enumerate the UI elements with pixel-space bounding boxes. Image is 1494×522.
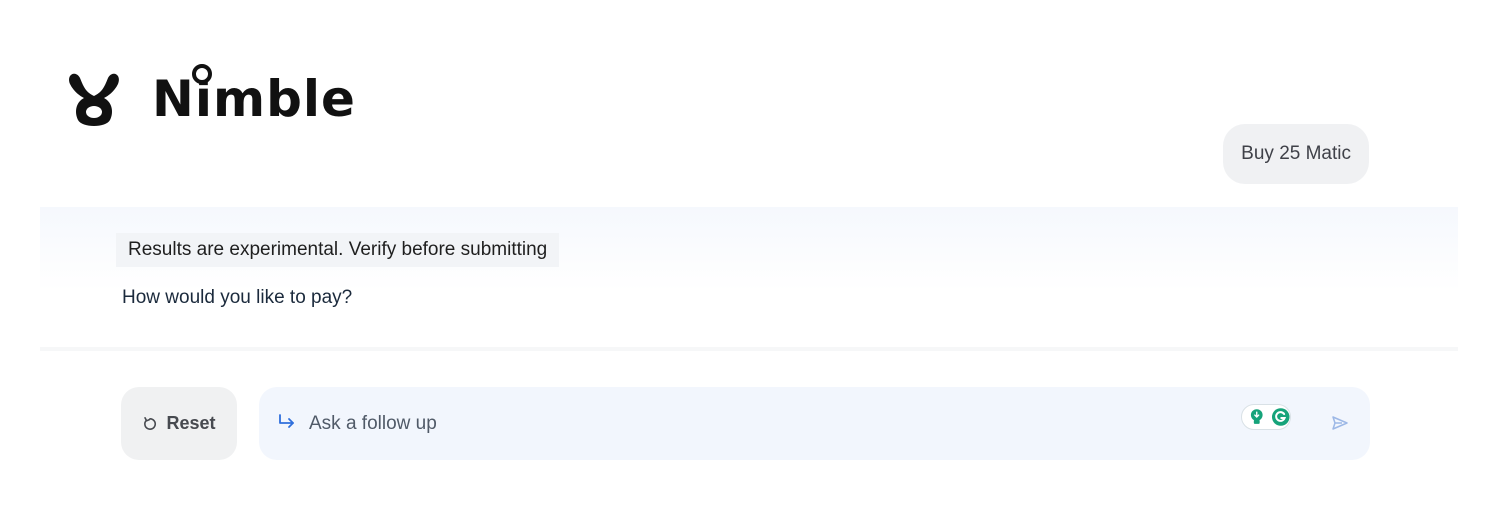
user-message-text: Buy 25 Matic xyxy=(1241,143,1351,164)
send-icon[interactable] xyxy=(1330,413,1350,433)
lightbulb-icon[interactable] xyxy=(1247,407,1267,427)
extension-badges[interactable] xyxy=(1241,404,1291,430)
user-message-bubble: Buy 25 Matic xyxy=(1223,124,1369,184)
logo-ring xyxy=(192,64,212,84)
grammarly-icon[interactable] xyxy=(1271,407,1291,427)
bunny-logo-icon xyxy=(69,73,119,126)
experimental-disclaimer: Results are experimental. Verify before … xyxy=(116,233,560,267)
refresh-icon xyxy=(144,416,157,430)
reset-button[interactable]: Reset xyxy=(121,387,237,460)
followup-box xyxy=(259,387,1370,460)
brand-name: Nimble xyxy=(152,64,356,124)
response-panel: Results are experimental. Verify before … xyxy=(40,207,1458,351)
assistant-reply: How would you like to pay? xyxy=(122,287,353,308)
nimble-chat-page: Nimble Buy 25 Matic Results are experime… xyxy=(0,0,1494,522)
brand-logo: Nimble xyxy=(64,64,356,132)
followup-input[interactable] xyxy=(307,407,1211,441)
reset-button-label: Reset xyxy=(166,413,216,433)
reply-arrow-icon xyxy=(279,414,294,428)
